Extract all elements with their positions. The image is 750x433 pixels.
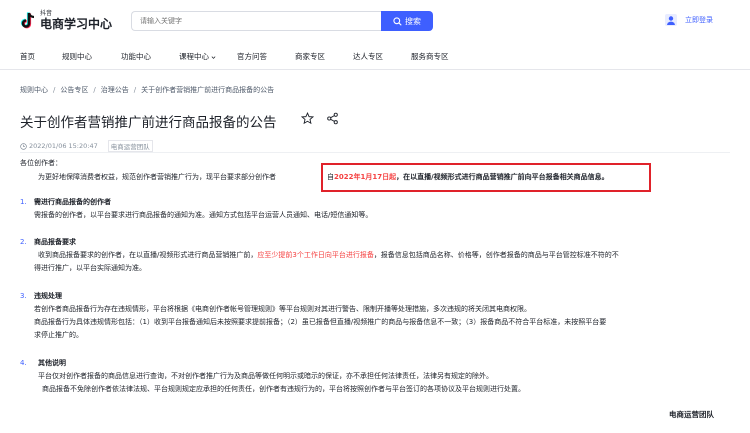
publish-date: 2022/01/06 15:20:47 — [29, 142, 98, 150]
nav-item-label: 商家专区 — [295, 52, 325, 61]
douyin-logo-icon — [20, 12, 35, 29]
highlight-box — [321, 163, 651, 192]
nav-item-label: 规则中心 — [62, 52, 92, 61]
greeting: 各位创作者： — [20, 159, 62, 167]
nav-item-label: 功能中心 — [121, 52, 151, 61]
breadcrumb-separator: / — [133, 86, 137, 94]
nav-item-label: 服务商专区 — [411, 52, 449, 61]
search-button-label: 搜索 — [405, 16, 421, 26]
section-text: 求停止推广的。 — [34, 331, 83, 339]
breadcrumb-item[interactable]: 治理公告 — [101, 86, 129, 94]
site-logo[interactable]: 抖音 电商学习中心 — [20, 10, 140, 34]
intro-paragraph: 为更好地保障消费者权益，规范创作者营销推广行为，现平台要求部分创作者 — [38, 171, 276, 184]
section-text-part: ，报备信息包括商品名称、价格等，创作者报备的商品与平台管控标准不符的不 — [373, 251, 619, 259]
breadcrumb-item[interactable]: 规则中心 — [20, 86, 48, 94]
search-box — [131, 11, 381, 31]
logo-subtitle: 抖音 — [40, 10, 53, 17]
section-heading: 商品报备要求 — [34, 238, 76, 246]
section-text: 平台仅对创作者报备的商品信息进行查询，不对创作者推广行为及商品等做任何明示或暗示… — [38, 372, 493, 380]
nav-item-provider[interactable]: 服务商专区 — [411, 51, 449, 62]
section-number: 4. — [20, 359, 27, 367]
section-number: 1. — [20, 198, 27, 206]
breadcrumb-current: 关于创作者营销推广前进行商品报备的公告 — [141, 86, 275, 94]
nav-item-home[interactable]: 首页 — [20, 51, 35, 62]
section-number: 2. — [20, 238, 27, 246]
signature: 电商运营团队 — [669, 410, 714, 419]
divider — [20, 152, 730, 153]
breadcrumb-separator: / — [93, 86, 96, 94]
nav-item-label: 官方问答 — [237, 52, 267, 61]
nav-item-label: 首页 — [20, 52, 35, 61]
section-text: 需报备的创作者，以平台要求进行商品报备的通知为准。通知方式包括平台运营人员通知、… — [34, 211, 373, 219]
breadcrumb: 规则中心 / 公告专区 / 治理公告 / 关于创作者营销推广前进行商品报备的公告 — [20, 85, 274, 95]
nav-item-merchant[interactable]: 商家专区 — [295, 51, 325, 62]
section-heading: 其他说明 — [38, 359, 66, 367]
page-title: 关于创作者营销推广前进行商品报备的公告 — [20, 115, 277, 131]
user-avatar-icon — [665, 14, 677, 26]
section-number: 3. — [20, 292, 27, 300]
nav-item-courses[interactable]: 课程中心 — [179, 51, 216, 62]
nav-item-label: 课程中心 — [179, 52, 209, 61]
logo-title: 电商学习中心 — [40, 17, 113, 31]
clock-icon — [20, 142, 27, 150]
intro-plain: 为更好地保障消费者权益，规范创作者营销推广行为，现平台要求部分创作者 — [38, 173, 276, 181]
section-text: 商品报备不免除创作者依法律法规、平台规则规定应承担的任何责任，创作者有违规行为的… — [42, 385, 525, 393]
section-text: 若创作者商品报备行为存在违规情形，平台将根据《电商创作者帐号管理规则》等平台规则… — [34, 305, 531, 313]
search-input[interactable] — [140, 14, 370, 28]
star-icon[interactable] — [301, 112, 314, 125]
nav-item-rules[interactable]: 规则中心 — [62, 51, 92, 62]
nav-item-features[interactable]: 功能中心 — [121, 51, 151, 62]
main-nav: 首页 规则中心 功能中心 课程中心 官方问答 商家专区 达人专区 服务商专区 — [0, 42, 750, 70]
breadcrumb-item[interactable]: 公告专区 — [60, 86, 88, 94]
nav-item-creator[interactable]: 达人专区 — [353, 51, 383, 62]
team-tag: 电商运营团队 — [107, 140, 153, 152]
login-text: 立即登录 — [685, 16, 713, 24]
search-icon — [393, 16, 402, 26]
section-heading: 违规处理 — [34, 292, 62, 300]
section-text-red: 应至少提前3个工作日向平台进行报备 — [257, 251, 374, 259]
section-text: 商品报备行为具体违规情形包括：（1）收到平台报备通知后未按照要求提前报备；（2）… — [34, 318, 607, 326]
section-heading: 需进行商品报备的创作者 — [34, 198, 111, 206]
section-text-part: 收到商品报备要求的创作者，在以直播/视频形式进行商品营销推广前， — [38, 251, 258, 259]
breadcrumb-separator: / — [53, 86, 56, 94]
nav-item-qa[interactable]: 官方问答 — [237, 51, 267, 62]
section-text: 收到商品报备要求的创作者，在以直播/视频形式进行商品营销推广前，应至少提前3个工… — [38, 249, 619, 262]
article-meta: 2022/01/06 15:20:47 电商运营团队 — [20, 140, 153, 152]
share-icon[interactable] — [326, 112, 339, 125]
login-link[interactable]: 立即登录 — [665, 13, 713, 27]
search-button[interactable]: 搜索 — [381, 11, 433, 31]
section-text: 得进行推广，以平台实际通知为准。 — [34, 264, 146, 272]
top-header: 抖音 电商学习中心 搜索 立即登录 — [0, 0, 750, 42]
chevron-down-icon — [211, 55, 216, 59]
nav-item-label: 达人专区 — [353, 52, 383, 61]
